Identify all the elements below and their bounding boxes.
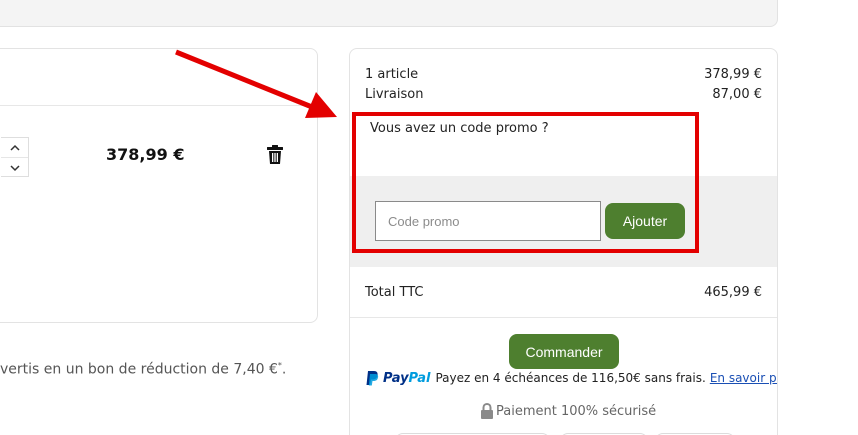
promo-code-input[interactable] <box>375 201 601 241</box>
cart-divider <box>0 105 317 106</box>
top-panel <box>0 0 778 27</box>
shipping-label: Livraison <box>365 87 424 102</box>
articles-value: 378,99 € <box>704 67 762 82</box>
quantity-decrease-button[interactable] <box>1 158 28 178</box>
shipping-value: 87,00 € <box>712 87 762 102</box>
loyalty-reduction-text: vertis en un bon de réduction de 7,40 €*… <box>0 361 287 378</box>
articles-label: 1 article <box>365 67 419 82</box>
paypal-logo: PayPal <box>365 370 430 386</box>
shipping-row: Livraison 87,00 € <box>365 87 762 102</box>
chevron-up-icon <box>9 144 20 151</box>
reduction-footnote-mark: * <box>277 361 282 370</box>
promo-question: Vous avez un code promo ? <box>370 121 549 136</box>
delete-item-button[interactable] <box>266 145 284 165</box>
lock-icon <box>481 403 493 419</box>
order-summary-card: 1 article 378,99 € Livraison 87,00 € Vou… <box>349 48 778 435</box>
trash-icon <box>267 145 283 164</box>
total-row: Total TTC 465,99 € <box>365 285 762 300</box>
paypal-pay: Pay <box>383 370 409 386</box>
secure-payment: Paiement 100% sécurisé <box>480 403 656 419</box>
paypal-wordmark: PayPal <box>383 371 430 386</box>
paypal-learn-more-link[interactable]: En savoir plus <box>710 371 777 385</box>
item-price: 378,99 € <box>106 145 185 164</box>
add-promo-button[interactable]: Ajouter <box>605 203 685 239</box>
quantity-stepper[interactable] <box>1 137 29 177</box>
paypal-pal: Pal <box>408 370 431 386</box>
paypal-p-icon <box>366 371 379 386</box>
secure-text: Paiement 100% sécurisé <box>496 403 657 419</box>
quantity-increase-button[interactable] <box>1 138 28 158</box>
total-label: Total TTC <box>365 285 424 300</box>
paypal-installments: PayPal Payez en 4 échéances de 116,50€ s… <box>365 370 777 386</box>
chevron-down-icon <box>9 164 20 171</box>
order-button[interactable]: Commander <box>509 334 619 369</box>
total-value: 465,99 € <box>704 285 762 300</box>
articles-row: 1 article 378,99 € <box>365 67 762 82</box>
reduction-text: vertis en un bon de réduction de 7,40 € <box>0 361 278 378</box>
paypal-text: Payez en 4 échéances de 116,50€ sans fra… <box>435 371 706 385</box>
cart-item-card: 378,99 € <box>0 48 318 323</box>
total-divider <box>350 317 777 318</box>
